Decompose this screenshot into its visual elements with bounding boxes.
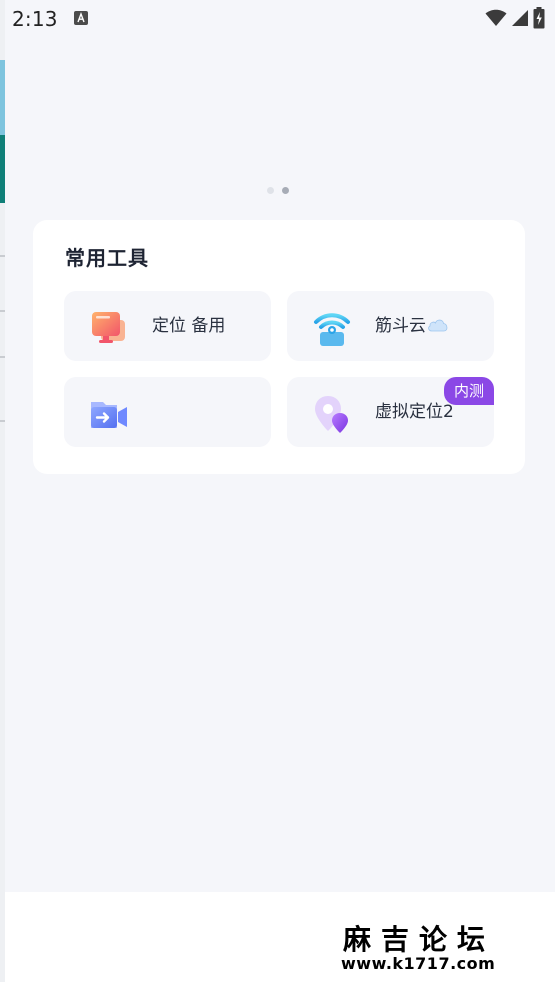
wifi-badge-icon bbox=[314, 313, 350, 346]
tool-virtual-location-2[interactable]: 虚拟定位2 内测 bbox=[287, 377, 494, 447]
battery-charging-icon bbox=[533, 7, 545, 29]
tool-label: 虚拟定位2 bbox=[375, 402, 454, 422]
status-time: 2:13 bbox=[12, 7, 58, 31]
screens-icon bbox=[92, 312, 125, 343]
tool-label: 筋斗云 bbox=[375, 291, 449, 361]
bottom-bar: 麻吉论坛 www.k1717.com bbox=[5, 892, 555, 982]
watermark-title: 麻吉论坛 bbox=[343, 923, 496, 956]
text-a-icon bbox=[74, 11, 88, 25]
cloud-icon bbox=[428, 319, 448, 331]
tool-label: 定位 备用 bbox=[152, 316, 226, 336]
status-icons bbox=[485, 7, 545, 29]
wifi-icon bbox=[485, 9, 507, 26]
card-title: 常用工具 bbox=[65, 246, 149, 270]
video-folder-icon bbox=[91, 402, 127, 428]
common-tools-card: 常用工具 定位 备用 筋斗云 虚拟定位2 内测 bbox=[33, 220, 525, 474]
background-edge bbox=[0, 0, 5, 982]
signal-icon bbox=[512, 10, 528, 26]
tool-location-backup[interactable]: 定位 备用 bbox=[64, 291, 271, 361]
banner-pager[interactable] bbox=[267, 187, 289, 194]
pager-dot[interactable] bbox=[267, 187, 274, 194]
beta-badge: 内测 bbox=[444, 377, 494, 405]
pager-dot-active[interactable] bbox=[282, 187, 289, 194]
tool-jindouyun[interactable]: 筋斗云 bbox=[287, 291, 494, 361]
location-pin-icon bbox=[315, 396, 348, 433]
status-bar: 2:13 bbox=[0, 0, 555, 38]
tool-video-folder[interactable] bbox=[64, 377, 271, 447]
watermark-url: www.k1717.com bbox=[341, 954, 496, 973]
